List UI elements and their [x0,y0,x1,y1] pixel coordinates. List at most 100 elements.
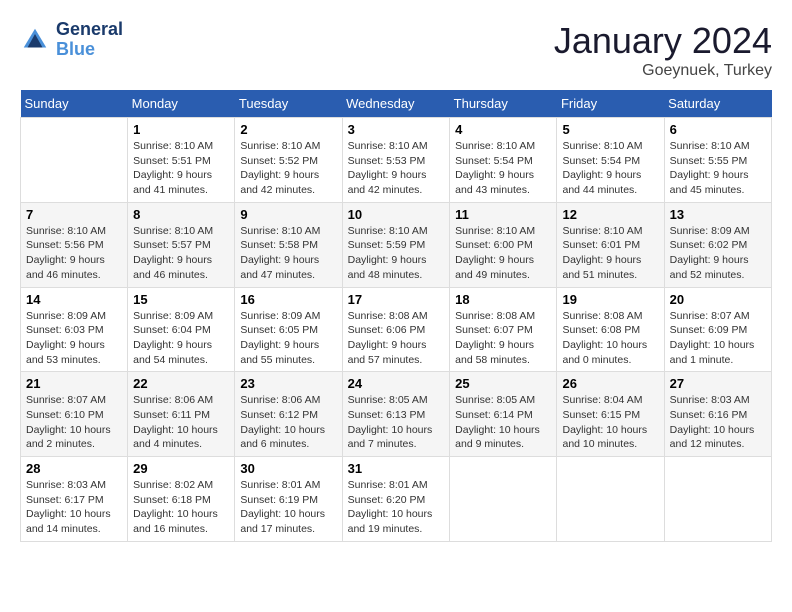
day-info: Sunrise: 8:09 AMSunset: 6:02 PMDaylight:… [670,224,766,283]
calendar-cell: 15 Sunrise: 8:09 AMSunset: 6:04 PMDayligh… [128,287,235,372]
day-number: 4 [455,122,551,137]
week-row-3: 14 Sunrise: 8:09 AMSunset: 6:03 PMDayligh… [21,287,772,372]
day-info: Sunrise: 8:10 AMSunset: 5:54 PMDaylight:… [455,139,551,198]
calendar-cell: 6Sunrise: 8:10 AMSunset: 5:55 PMDaylight… [664,118,771,203]
day-info: Sunrise: 8:01 AMSunset: 6:19 PMDaylight:… [240,478,336,537]
calendar-cell: 8 Sunrise: 8:10 AMSunset: 5:57 PMDaylight… [128,202,235,287]
day-info: Sunrise: 8:09 AMSunset: 6:03 PMDaylight:… [26,309,122,368]
calendar-cell [557,457,664,542]
day-info: Sunrise: 8:05 AMSunset: 6:13 PMDaylight:… [348,393,445,452]
day-info: Sunrise: 8:10 AMSunset: 5:57 PMDaylight:… [133,224,229,283]
calendar-cell: 11 Sunrise: 8:10 AMSunset: 6:00 PMDayligh… [450,202,557,287]
day-number: 29 [133,461,229,476]
day-info: Sunrise: 8:03 AMSunset: 6:17 PMDaylight:… [26,478,122,537]
day-number: 16 [240,292,336,307]
calendar-cell: 31Sunrise: 8:01 AMSunset: 6:20 PMDayligh… [342,457,450,542]
week-row-1: 1Sunrise: 8:10 AMSunset: 5:51 PMDaylight… [21,118,772,203]
day-info: Sunrise: 8:07 AMSunset: 6:10 PMDaylight:… [26,393,122,452]
day-info: Sunrise: 8:09 AMSunset: 6:05 PMDaylight:… [240,309,336,368]
calendar-cell [450,457,557,542]
logo-icon [20,25,50,55]
week-row-2: 7 Sunrise: 8:10 AMSunset: 5:56 PMDaylight… [21,202,772,287]
day-number: 27 [670,376,766,391]
day-number: 23 [240,376,336,391]
calendar-cell: 24 Sunrise: 8:05 AMSunset: 6:13 PMDayligh… [342,372,450,457]
calendar-cell: 18 Sunrise: 8:08 AMSunset: 6:07 PMDayligh… [450,287,557,372]
day-info: Sunrise: 8:04 AMSunset: 6:15 PMDaylight:… [562,393,658,452]
calendar-cell: 21 Sunrise: 8:07 AMSunset: 6:10 PMDayligh… [21,372,128,457]
day-number: 22 [133,376,229,391]
day-info: Sunrise: 8:10 AMSunset: 6:00 PMDaylight:… [455,224,551,283]
day-number: 26 [562,376,658,391]
header-day-friday: Friday [557,90,664,118]
day-info: Sunrise: 8:05 AMSunset: 6:14 PMDaylight:… [455,393,551,452]
logo-text: General Blue [56,20,123,60]
calendar-cell: 10 Sunrise: 8:10 AMSunset: 5:59 PMDayligh… [342,202,450,287]
calendar-cell: 25 Sunrise: 8:05 AMSunset: 6:14 PMDayligh… [450,372,557,457]
week-row-4: 21 Sunrise: 8:07 AMSunset: 6:10 PMDayligh… [21,372,772,457]
month-title: January 2024 [554,20,772,62]
day-number: 24 [348,376,445,391]
calendar-cell: 5 Sunrise: 8:10 AMSunset: 5:54 PMDaylight… [557,118,664,203]
day-number: 1 [133,122,229,137]
day-number: 9 [240,207,336,222]
calendar-header-row: SundayMondayTuesdayWednesdayThursdayFrid… [21,90,772,118]
day-number: 19 [562,292,658,307]
day-number: 21 [26,376,122,391]
calendar-cell: 14 Sunrise: 8:09 AMSunset: 6:03 PMDayligh… [21,287,128,372]
day-number: 30 [240,461,336,476]
day-number: 17 [348,292,445,307]
week-row-5: 28 Sunrise: 8:03 AMSunset: 6:17 PMDayligh… [21,457,772,542]
day-number: 25 [455,376,551,391]
calendar-cell [21,118,128,203]
day-number: 5 [562,122,658,137]
day-number: 7 [26,207,122,222]
page-header: General Blue January 2024 Goeynuek, Turk… [20,20,772,80]
day-info: Sunrise: 8:08 AMSunset: 6:07 PMDaylight:… [455,309,551,368]
day-info: Sunrise: 8:10 AMSunset: 5:56 PMDaylight:… [26,224,122,283]
day-info: Sunrise: 8:03 AMSunset: 6:16 PMDaylight:… [670,393,766,452]
day-number: 12 [562,207,658,222]
calendar-cell: 29 Sunrise: 8:02 AMSunset: 6:18 PMDayligh… [128,457,235,542]
calendar-cell: 13 Sunrise: 8:09 AMSunset: 6:02 PMDayligh… [664,202,771,287]
day-info: Sunrise: 8:10 AMSunset: 5:52 PMDaylight:… [240,139,336,198]
day-number: 10 [348,207,445,222]
day-info: Sunrise: 8:08 AMSunset: 6:08 PMDaylight:… [562,309,658,368]
logo: General Blue [20,20,123,60]
day-info: Sunrise: 8:09 AMSunset: 6:04 PMDaylight:… [133,309,229,368]
calendar-cell: 30 Sunrise: 8:01 AMSunset: 6:19 PMDayligh… [235,457,342,542]
day-number: 11 [455,207,551,222]
calendar-cell: 23 Sunrise: 8:06 AMSunset: 6:12 PMDayligh… [235,372,342,457]
day-number: 28 [26,461,122,476]
day-info: Sunrise: 8:10 AMSunset: 6:01 PMDaylight:… [562,224,658,283]
day-number: 20 [670,292,766,307]
day-number: 13 [670,207,766,222]
day-number: 14 [26,292,122,307]
calendar-table: SundayMondayTuesdayWednesdayThursdayFrid… [20,90,772,542]
calendar-cell: 20 Sunrise: 8:07 AMSunset: 6:09 PMDayligh… [664,287,771,372]
day-info: Sunrise: 8:06 AMSunset: 6:12 PMDaylight:… [240,393,336,452]
day-number: 2 [240,122,336,137]
header-day-wednesday: Wednesday [342,90,450,118]
calendar-cell: 22 Sunrise: 8:06 AMSunset: 6:11 PMDayligh… [128,372,235,457]
day-number: 8 [133,207,229,222]
day-info: Sunrise: 8:02 AMSunset: 6:18 PMDaylight:… [133,478,229,537]
calendar-cell: 17Sunrise: 8:08 AMSunset: 6:06 PMDayligh… [342,287,450,372]
calendar-cell: 12 Sunrise: 8:10 AMSunset: 6:01 PMDayligh… [557,202,664,287]
header-day-sunday: Sunday [21,90,128,118]
calendar-cell: 3Sunrise: 8:10 AMSunset: 5:53 PMDaylight… [342,118,450,203]
calendar-cell: 9Sunrise: 8:10 AMSunset: 5:58 PMDaylight… [235,202,342,287]
day-info: Sunrise: 8:10 AMSunset: 5:55 PMDaylight:… [670,139,766,198]
calendar-cell: 28 Sunrise: 8:03 AMSunset: 6:17 PMDayligh… [21,457,128,542]
calendar-cell: 2 Sunrise: 8:10 AMSunset: 5:52 PMDaylight… [235,118,342,203]
day-info: Sunrise: 8:10 AMSunset: 5:59 PMDaylight:… [348,224,445,283]
day-info: Sunrise: 8:06 AMSunset: 6:11 PMDaylight:… [133,393,229,452]
day-info: Sunrise: 8:07 AMSunset: 6:09 PMDaylight:… [670,309,766,368]
header-day-tuesday: Tuesday [235,90,342,118]
day-number: 15 [133,292,229,307]
day-info: Sunrise: 8:10 AMSunset: 5:54 PMDaylight:… [562,139,658,198]
calendar-cell: 1Sunrise: 8:10 AMSunset: 5:51 PMDaylight… [128,118,235,203]
day-info: Sunrise: 8:01 AMSunset: 6:20 PMDaylight:… [348,478,445,537]
calendar-cell: 4 Sunrise: 8:10 AMSunset: 5:54 PMDaylight… [450,118,557,203]
day-number: 18 [455,292,551,307]
